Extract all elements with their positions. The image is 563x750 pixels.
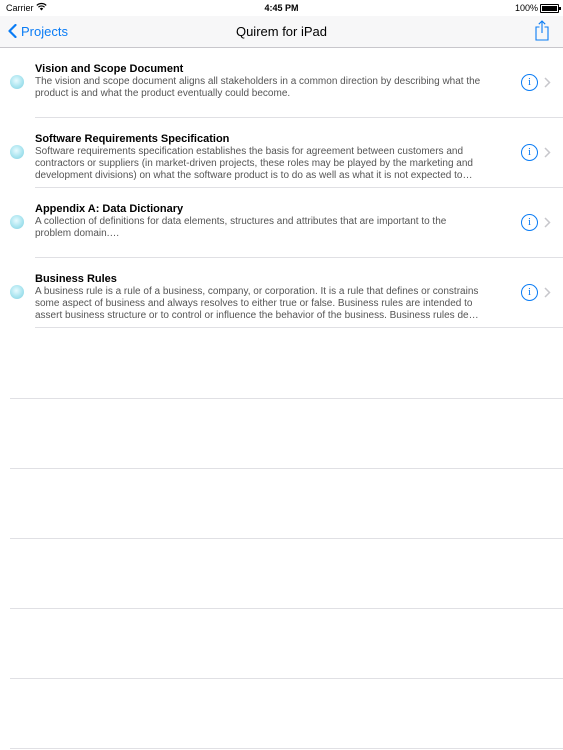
list-item[interactable]: Business Rules A business rule is a rule… bbox=[0, 258, 563, 328]
document-description: Software requirements specification esta… bbox=[35, 146, 513, 182]
description-line: A business rule is a rule of a business,… bbox=[35, 286, 479, 297]
row-separator bbox=[35, 327, 563, 328]
document-description: A business rule is a rule of a business,… bbox=[35, 286, 513, 322]
disclosure-chevron-icon[interactable] bbox=[544, 287, 551, 298]
disclosure-chevron-icon[interactable] bbox=[544, 147, 551, 158]
disclosure-chevron-icon[interactable] bbox=[544, 77, 551, 88]
description-line: problem domain.… bbox=[35, 228, 120, 239]
document-title: Business Rules bbox=[35, 273, 117, 285]
list-item[interactable]: Software Requirements Specification Soft… bbox=[0, 118, 563, 188]
description-line: development divisions) on what the softw… bbox=[35, 170, 473, 181]
list-item[interactable]: Vision and Scope Document The vision and… bbox=[0, 48, 563, 118]
status-dot-icon bbox=[10, 145, 24, 159]
description-line: contractors or suppliers (in market-driv… bbox=[35, 158, 473, 169]
status-dot-icon bbox=[10, 215, 24, 229]
document-list: Vision and Scope Document The vision and… bbox=[0, 48, 563, 328]
description-line: assert business structure or to control … bbox=[35, 310, 479, 321]
status-dot-icon bbox=[10, 75, 24, 89]
page-title: Quirem for iPad bbox=[235, 24, 328, 39]
document-description: A collection of definitions for data ele… bbox=[35, 216, 513, 240]
disclosure-chevron-icon[interactable] bbox=[544, 217, 551, 228]
status-dot-icon bbox=[10, 285, 24, 299]
info-icon[interactable]: i bbox=[521, 74, 538, 91]
info-icon[interactable]: i bbox=[521, 214, 538, 231]
empty-row-separator bbox=[10, 608, 563, 609]
empty-row-separator bbox=[10, 538, 563, 539]
description-line: Software requirements specification esta… bbox=[35, 146, 464, 157]
status-time: 4:45 PM bbox=[264, 3, 299, 13]
battery-percentage: 100% bbox=[514, 3, 538, 13]
document-title: Software Requirements Specification bbox=[35, 133, 230, 145]
empty-row-separator bbox=[10, 678, 563, 679]
description-line: A collection of definitions for data ele… bbox=[35, 216, 447, 227]
description-line: The vision and scope document aligns all… bbox=[35, 76, 481, 87]
document-description: The vision and scope document aligns all… bbox=[35, 76, 513, 100]
document-title: Appendix A: Data Dictionary bbox=[35, 203, 184, 215]
description-line: some aspect of business and always resol… bbox=[35, 298, 473, 309]
status-bar: Carrier 4:45 PM 100% bbox=[0, 0, 563, 16]
document-title: Vision and Scope Document bbox=[35, 63, 184, 75]
share-icon bbox=[535, 20, 549, 41]
info-icon[interactable]: i bbox=[521, 144, 538, 161]
empty-row-separator bbox=[10, 468, 563, 469]
battery-icon bbox=[540, 4, 561, 13]
empty-row-separator bbox=[10, 748, 563, 749]
description-line: product is and what the product eventual… bbox=[35, 88, 291, 99]
navigation-bar: Projects Quirem for iPad bbox=[0, 16, 563, 48]
list-item[interactable]: Appendix A: Data Dictionary A collection… bbox=[0, 188, 563, 258]
empty-row-separator bbox=[10, 398, 563, 399]
share-button[interactable] bbox=[535, 20, 549, 46]
info-icon[interactable]: i bbox=[521, 284, 538, 301]
